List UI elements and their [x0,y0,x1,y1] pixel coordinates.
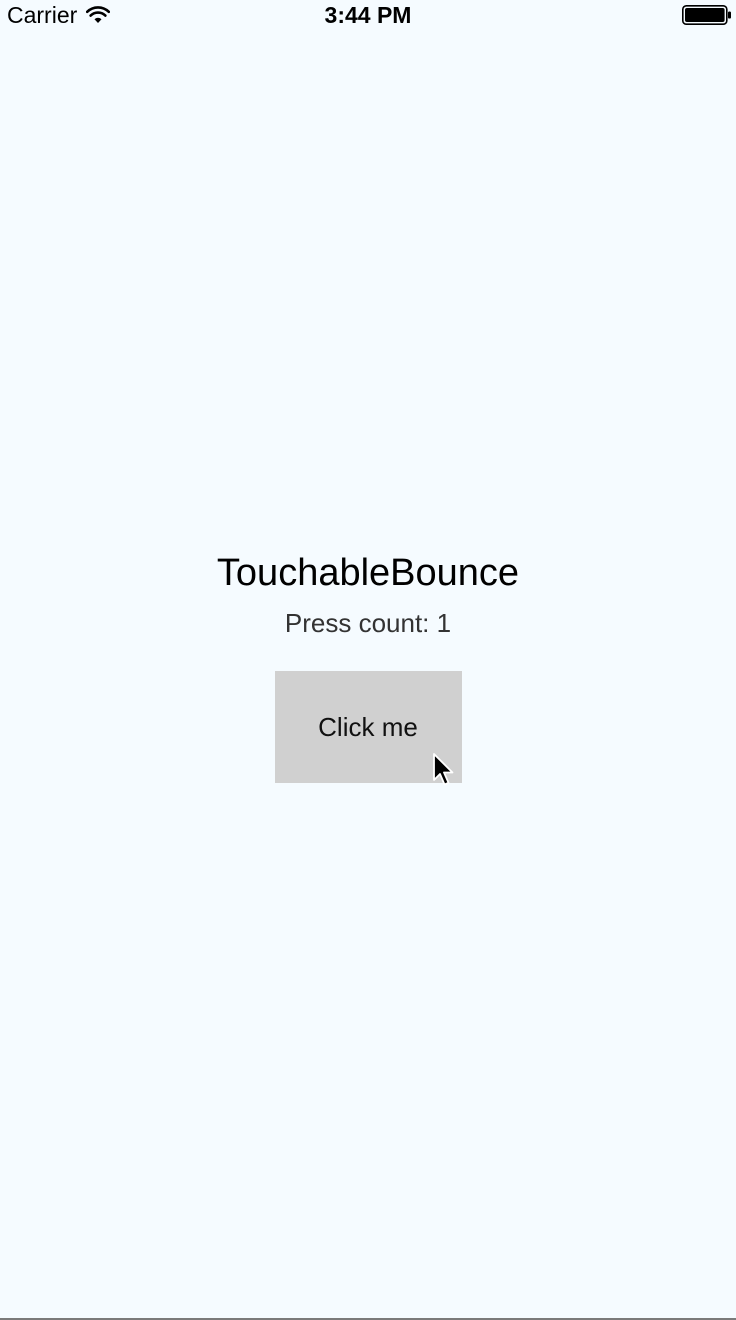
press-count-label: Press count: 1 [284,608,452,638]
click-me-button[interactable]: Click me [274,671,462,786]
status-bar: Carrier 3:44 PM [0,0,736,30]
battery-icon [682,5,731,25]
status-time: 3:44 PM [324,2,412,28]
page-title: TouchableBounce [216,552,520,594]
mouse-cursor-icon [432,753,453,786]
click-me-button-label: Click me [318,711,418,742]
main-content: TouchableBounce Press count: 1 Click me [0,548,736,786]
